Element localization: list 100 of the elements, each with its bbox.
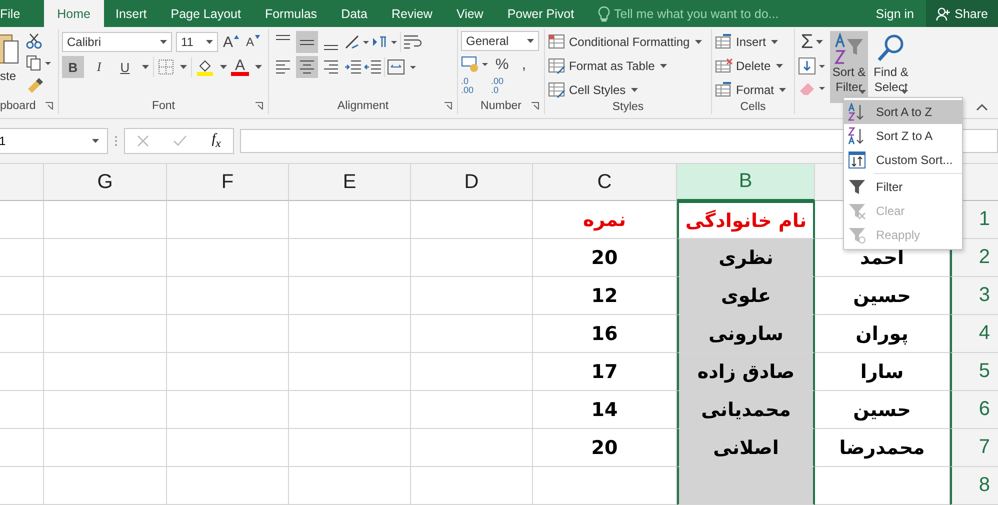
sign-in-link[interactable]: Sign in — [864, 0, 926, 27]
styles-button[interactable]: Cell Styles — [548, 79, 708, 100]
table-cell: صادق زاده — [677, 353, 815, 391]
caret-icon — [779, 88, 786, 92]
ribbon-tab[interactable]: View — [444, 0, 496, 27]
group-label: Number — [480, 100, 522, 112]
vertical-align-button[interactable] — [296, 31, 318, 53]
column-header[interactable]: E — [289, 164, 411, 201]
font-size-dropdown[interactable]: 11 — [176, 32, 218, 52]
ribbon-tab[interactable]: Insert — [104, 0, 159, 27]
indent-icon[interactable] — [344, 60, 362, 74]
group-label: Styles — [612, 101, 644, 113]
horizontal-align-button[interactable] — [296, 56, 318, 78]
row-header[interactable]: 6 — [950, 391, 998, 429]
caret-icon[interactable] — [220, 65, 227, 69]
ribbon-tab[interactable]: File — [0, 0, 30, 27]
column-header[interactable]: F — [167, 164, 289, 201]
paragraph-direction-icon[interactable] — [372, 34, 398, 50]
autosum-button[interactable]: Σ — [798, 31, 826, 53]
chevron-up-icon[interactable] — [976, 103, 988, 111]
group-label: pboard — [0, 100, 36, 112]
borders-icon[interactable] — [158, 59, 174, 75]
number-format-dropdown[interactable]: General — [461, 31, 539, 51]
menu-item[interactable]: Sort A to Z — [844, 100, 962, 124]
fill-color-icon[interactable] — [196, 58, 214, 76]
table-cell — [0, 277, 44, 315]
font-name-dropdown[interactable]: Calibri — [62, 32, 172, 52]
cells-grid-icon — [715, 34, 733, 50]
ribbon-tab[interactable]: Data — [329, 0, 380, 27]
column-header[interactable]: D — [411, 164, 533, 201]
caret-icon — [776, 64, 783, 68]
decrease-font-size-button[interactable]: A — [244, 31, 262, 53]
caret-icon — [206, 40, 213, 44]
fill-down-icon[interactable] — [798, 57, 826, 75]
column-header[interactable]: C — [533, 164, 677, 201]
row-header[interactable]: 8 — [950, 467, 998, 505]
currency-icon[interactable] — [461, 55, 489, 73]
ribbon-tab[interactable]: Review — [379, 0, 444, 27]
triangle-down-icon — [255, 35, 260, 39]
increase-decimal-button[interactable]: .0 .00 — [461, 77, 487, 95]
outdent-icon[interactable] — [364, 60, 382, 74]
menu-item[interactable]: Sort Z to A — [844, 124, 962, 148]
paste-button[interactable]: ste — [0, 31, 22, 98]
row-header[interactable]: 5 — [950, 353, 998, 391]
wrap-text-icon[interactable] — [403, 34, 423, 50]
scissors-icon[interactable] — [26, 33, 42, 49]
cells-button[interactable]: Format — [715, 79, 791, 100]
check-icon[interactable] — [173, 135, 188, 147]
insert-function-button[interactable]: f$_{x}$ — [212, 132, 221, 150]
font-style-button[interactable]: B — [62, 56, 84, 78]
styles-button[interactable]: Format as Table — [548, 55, 708, 76]
menu-item[interactable]: Filter — [844, 175, 962, 199]
copy-icon[interactable] — [26, 55, 52, 71]
comma-button[interactable]: , — [515, 53, 533, 75]
caret-icon — [92, 139, 99, 143]
person-icon — [936, 6, 951, 22]
table-cell — [0, 429, 44, 467]
font-style-button[interactable]: I — [88, 56, 110, 78]
ribbon-tab[interactable]: Home — [44, 0, 104, 27]
column-header[interactable]: B — [677, 164, 815, 201]
percent-button[interactable]: % — [493, 53, 511, 75]
launcher-icon[interactable] — [255, 102, 263, 110]
row-header[interactable]: 2 — [950, 239, 998, 277]
cells-button[interactable]: Delete — [715, 55, 791, 76]
paintbrush-icon[interactable] — [26, 77, 44, 93]
cells-button[interactable]: Insert — [715, 31, 791, 52]
lightbulb-icon — [598, 6, 610, 22]
share-button[interactable]: Share — [926, 0, 998, 27]
styles-button[interactable]: Conditional Formatting — [548, 31, 708, 52]
launcher-icon[interactable] — [444, 102, 452, 110]
launcher-icon[interactable] — [531, 102, 539, 110]
caret-icon — [901, 90, 908, 94]
caret-icon — [859, 90, 866, 94]
sort-filter-button[interactable]: Sort & Filter — [830, 31, 868, 103]
table-style-icon — [548, 82, 566, 98]
launcher-icon[interactable] — [45, 102, 53, 110]
ribbon-tab[interactable]: Formulas — [252, 0, 330, 27]
caret-icon[interactable] — [142, 65, 149, 69]
table-cell: نظری — [677, 239, 815, 277]
table-style-icon — [548, 58, 566, 74]
caret-icon[interactable] — [255, 65, 262, 69]
font-color-button[interactable]: A — [231, 58, 249, 76]
row-header[interactable]: 3 — [950, 277, 998, 315]
tell-me-field[interactable]: Tell me what you want to do... — [614, 6, 814, 20]
decrease-decimal-button[interactable]: .00 .0 — [491, 77, 517, 95]
menu-item[interactable]: Custom Sort... — [844, 148, 962, 172]
increase-font-size-button[interactable]: A — [222, 31, 240, 53]
name-box[interactable]: 1 — [0, 128, 108, 154]
drag-handle-icon[interactable] — [114, 134, 118, 148]
row-header[interactable]: 7 — [950, 429, 998, 467]
column-header[interactable]: G — [44, 164, 167, 201]
find-select-button[interactable]: Find & Select — [872, 31, 910, 103]
orientation-icon[interactable] — [344, 34, 370, 50]
ribbon-tab[interactable]: Page Layout — [158, 0, 253, 27]
row-header[interactable]: 4 — [950, 315, 998, 353]
caret-icon — [660, 64, 667, 68]
font-style-button[interactable]: U — [114, 56, 136, 78]
merge-cells-icon[interactable] — [387, 59, 417, 75]
ribbon-tab[interactable]: Power Pivot — [495, 0, 586, 27]
caret-icon[interactable] — [180, 65, 187, 69]
